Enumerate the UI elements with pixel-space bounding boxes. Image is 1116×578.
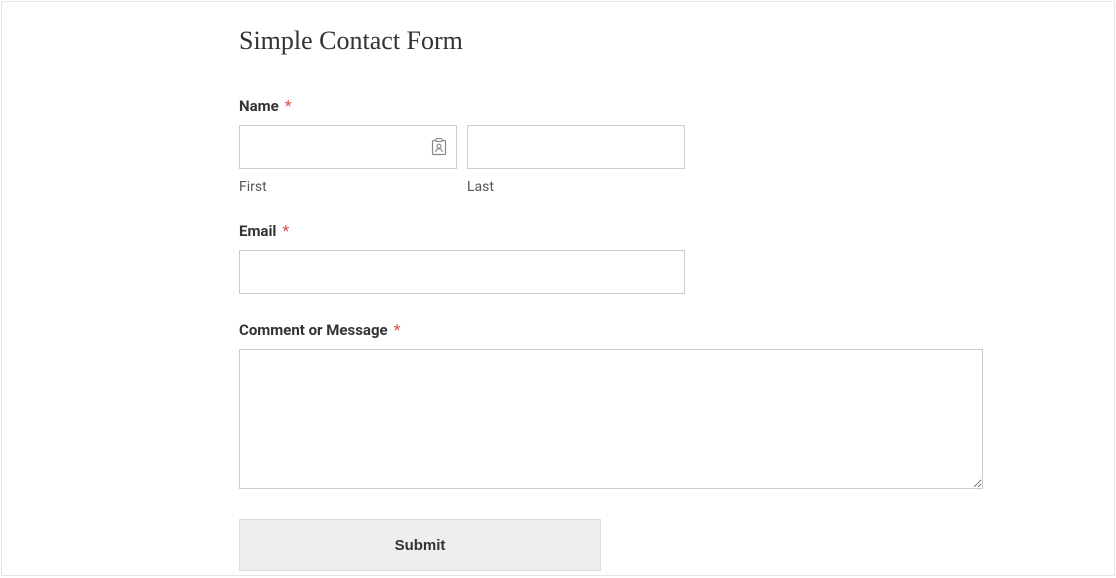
first-name-sublabel: First: [239, 179, 457, 195]
email-input[interactable]: [239, 250, 685, 294]
last-name-sublabel: Last: [467, 179, 685, 195]
name-field-group: Name * First: [239, 96, 1114, 195]
first-name-input[interactable]: [239, 125, 457, 169]
name-label: Name: [239, 97, 279, 115]
last-name-column: Last: [467, 125, 685, 195]
required-asterisk: *: [282, 221, 289, 240]
first-name-column: First: [239, 125, 457, 195]
name-label-row: Name *: [239, 96, 1114, 125]
form-container: Simple Contact Form Name *: [1, 1, 1115, 576]
email-label-row: Email *: [239, 221, 1114, 250]
message-textarea[interactable]: [239, 349, 983, 489]
required-asterisk: *: [394, 320, 401, 339]
message-field-group: Comment or Message *: [239, 320, 1114, 493]
submit-button[interactable]: Submit: [239, 519, 601, 571]
last-name-input[interactable]: [467, 125, 685, 169]
email-label: Email: [239, 222, 276, 240]
name-inputs-row: First Last: [239, 125, 1114, 195]
form-title: Simple Contact Form: [239, 26, 1114, 56]
message-label: Comment or Message: [239, 321, 388, 339]
first-name-input-wrap: [239, 125, 457, 169]
message-label-row: Comment or Message *: [239, 320, 1114, 349]
required-asterisk: *: [285, 96, 292, 115]
email-field-group: Email *: [239, 221, 1114, 294]
